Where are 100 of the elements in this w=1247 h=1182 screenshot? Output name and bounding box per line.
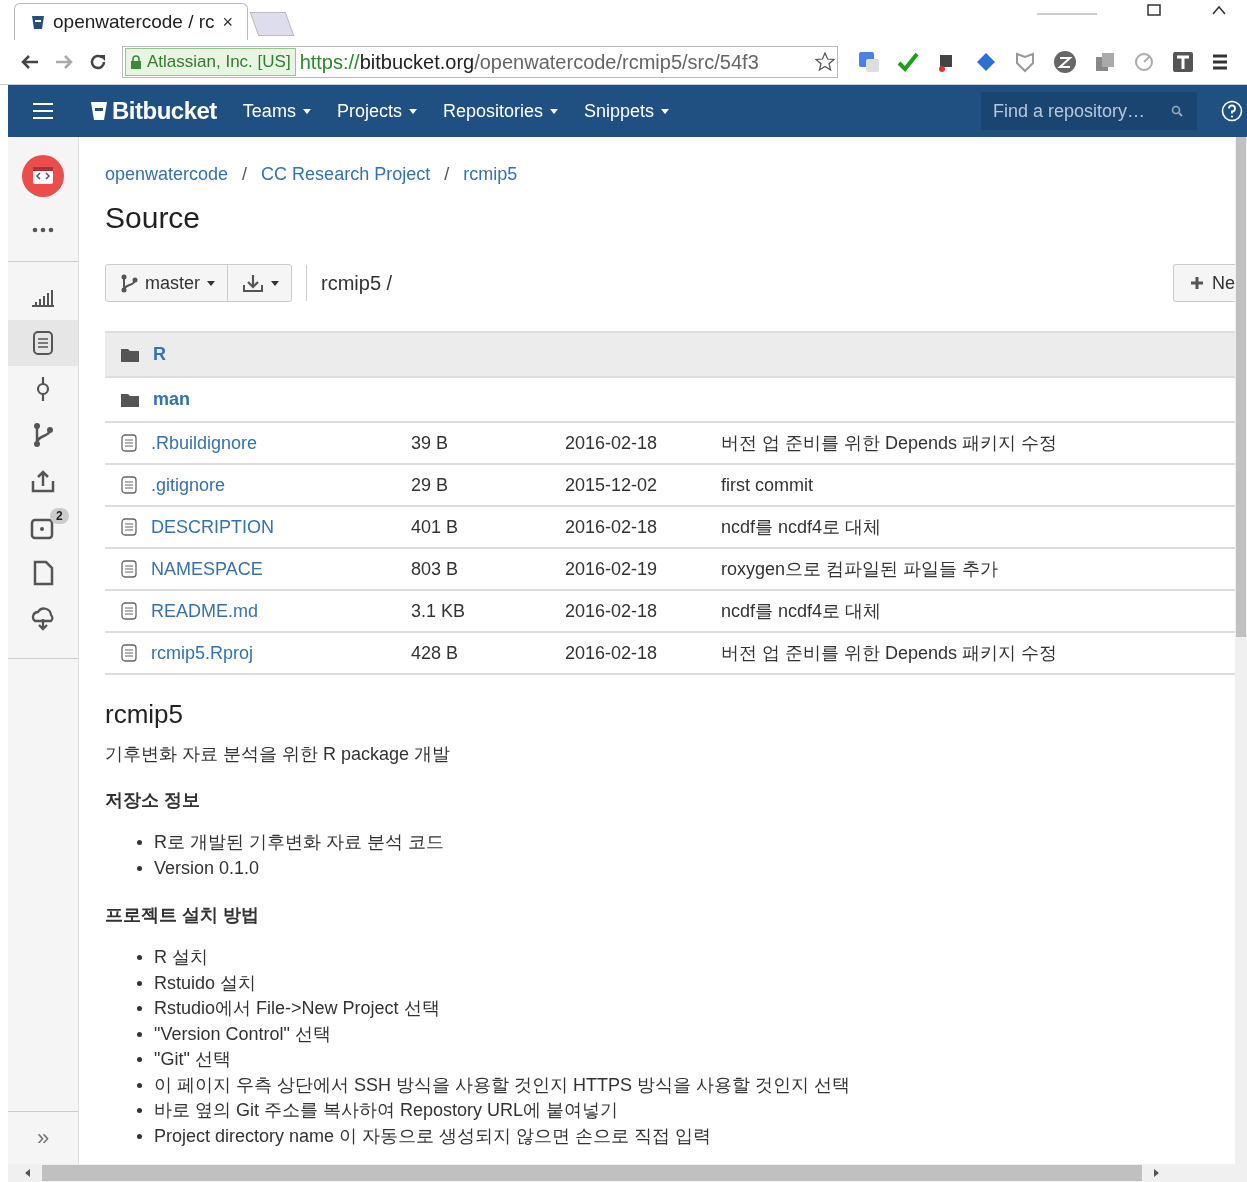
bullet-icon (137, 980, 142, 986)
translate-icon[interactable] (858, 51, 880, 73)
commit-date: 2016-02-18 (565, 642, 659, 664)
list-item: 바로 옆의 Git 주소를 복사하여 Repostory URL에 붙여넣기 (154, 1099, 619, 1122)
file-row[interactable]: R (105, 333, 1235, 378)
repository-search-field[interactable]: Find a repository… (981, 92, 1197, 130)
list-item: "Git" 선택 (154, 1048, 231, 1071)
scroll-right-icon[interactable] (1152, 1168, 1160, 1178)
page-title: Source (105, 201, 202, 235)
new-button[interactable]: Ne (1173, 264, 1235, 302)
address-field[interactable]: Atlassian, Inc. [US] https://bitbucket.org/openwatercode/rcmip5/src/54f3 (122, 46, 838, 78)
commit-message: roxygen으로 컴파일된 파일들 추가 (721, 558, 999, 581)
bullet-icon (137, 955, 142, 961)
bullet-icon (137, 1057, 142, 1063)
bullet-icon (137, 1133, 142, 1139)
breadcrumb-separator: / (444, 164, 450, 185)
upload-tray-icon (30, 469, 56, 493)
file-link[interactable]: README.md (151, 600, 258, 622)
folder-icon (121, 347, 139, 362)
vertical-scrollbar[interactable] (1235, 137, 1247, 1164)
lock-icon (130, 55, 142, 69)
document-icon (32, 330, 54, 356)
file-size: 39 B (411, 432, 450, 454)
list-item: Version 0.1.0 (154, 856, 260, 880)
close-icon[interactable] (1211, 4, 1227, 16)
folder-icon (121, 392, 139, 407)
readme-title: rcmip5 (105, 699, 184, 730)
circle-z-icon[interactable] (1053, 50, 1077, 74)
site-identity[interactable]: Atlassian, Inc. [US] (125, 48, 296, 76)
file-link[interactable]: rcmip5.Rproj (151, 642, 254, 664)
file-icon (121, 518, 137, 536)
folder-link[interactable]: man (153, 389, 190, 410)
horizontal-scrollbar[interactable] (8, 1164, 1247, 1182)
list-item: R 설치 (154, 946, 208, 969)
file-icon (121, 476, 137, 494)
nav-menu[interactable]: Snippets (583, 100, 669, 122)
file-size: 401 B (411, 516, 460, 538)
list-item: 이 페이지 우측 상단에서 SSH 방식을 사용할 것인지 HTTPS 방식을 사용할 것인지 선택 (154, 1073, 851, 1097)
scroll-left-icon[interactable] (24, 1168, 32, 1178)
section-heading: 저장소 정보 (105, 789, 201, 812)
bullet-icon (137, 840, 142, 846)
pages-icon[interactable] (1094, 51, 1116, 73)
diamond-icon[interactable] (975, 51, 997, 73)
caret-icon (408, 108, 417, 114)
brand-logo[interactable]: Bitbucket (90, 97, 217, 125)
sidebar-item[interactable]: 2 (8, 504, 78, 550)
breadcrumb-link[interactable]: CC Research Project (261, 164, 431, 185)
nav-menu[interactable]: Teams (242, 100, 311, 122)
file-icon (121, 644, 137, 662)
bullet-icon (137, 1082, 142, 1088)
expand-sidebar-button[interactable]: » (36, 1125, 50, 1151)
sidebar-item[interactable] (8, 320, 78, 366)
file-link[interactable]: DESCRIPTION (151, 516, 274, 538)
folder-link[interactable]: R (153, 344, 166, 365)
section-heading: 프로젝트 설치 방법 (105, 904, 260, 927)
tab-title: openwatercode / rc (53, 11, 215, 33)
file-link[interactable]: .gitignore (151, 474, 226, 496)
nav-menu[interactable]: Projects (336, 100, 417, 122)
maximize-icon[interactable] (1147, 4, 1161, 16)
shield-icon[interactable] (1014, 51, 1036, 73)
brand-name: Bitbucket (112, 97, 217, 125)
file-icon (32, 560, 54, 586)
breadcrumb-link[interactable]: openwatercode (105, 164, 229, 185)
help-icon[interactable] (1221, 100, 1243, 122)
caret-icon (271, 280, 279, 286)
bucket-icon (31, 14, 45, 30)
commit-message: first commit (721, 474, 813, 496)
readme-description: 기후변화 자료 분석을 위한 R package 개발 (105, 743, 452, 766)
file-size: 3.1 KB (411, 600, 467, 622)
bucket-icon (90, 100, 108, 122)
file-link[interactable]: .Rbuildignore (151, 432, 258, 454)
current-path: rcmip5 / (321, 271, 393, 295)
bullet-icon (137, 1108, 142, 1114)
back-icon[interactable] (20, 53, 40, 71)
commit-date: 2015-12-02 (565, 474, 659, 496)
bullet-icon (137, 1006, 142, 1012)
menu-icon[interactable] (1211, 53, 1229, 71)
more-icon[interactable] (32, 227, 54, 233)
file-link[interactable]: NAMESPACE (151, 558, 263, 580)
file-icon (121, 434, 137, 452)
list-item: R로 개발된 기후변화 자료 분석 코드 (154, 831, 444, 854)
checkmark-icon[interactable] (897, 51, 919, 73)
branch-icon (32, 422, 54, 448)
caret-icon (661, 108, 669, 114)
identity-label: Atlassian, Inc. [US] (147, 52, 291, 72)
star-icon[interactable] (815, 52, 835, 72)
commit-date: 2016-02-19 (565, 558, 659, 580)
browser-tab[interactable]: openwatercode / rc × (14, 3, 249, 40)
file-size: 428 B (411, 642, 460, 664)
bullet-icon (137, 865, 142, 871)
close-icon[interactable]: × (222, 11, 234, 33)
breadcrumb-link[interactable]: rcmip5 (463, 164, 518, 185)
repository-avatar-icon[interactable] (22, 155, 64, 197)
nav-menu[interactable]: Repositories (442, 100, 558, 122)
caret-icon (207, 280, 215, 286)
reload-icon[interactable] (88, 52, 108, 72)
caret-icon (302, 108, 311, 114)
t-letter-icon[interactable] (1172, 51, 1194, 73)
commit-icon (35, 376, 51, 402)
bar-chart-icon (31, 287, 55, 307)
